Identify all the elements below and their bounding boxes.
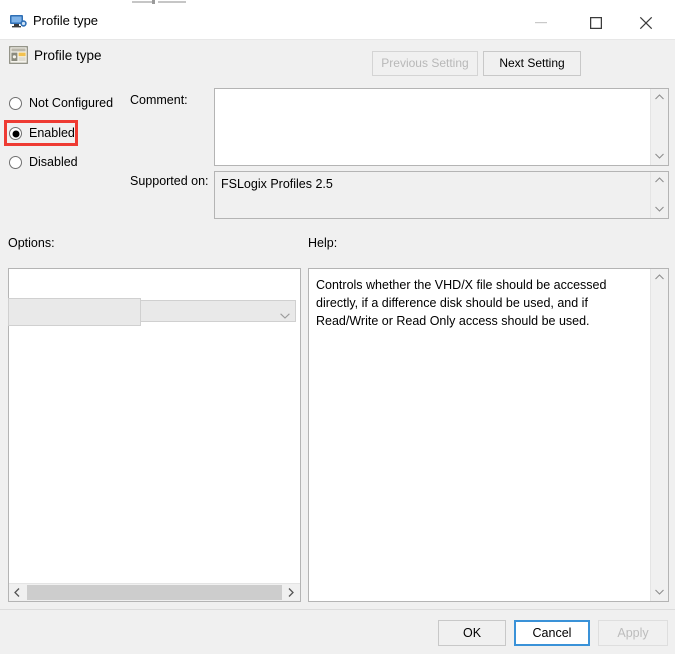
comment-scrollbar[interactable]: [650, 89, 668, 165]
apply-button[interactable]: Apply: [598, 620, 668, 646]
close-button[interactable]: [623, 8, 669, 38]
minimize-icon: [535, 22, 547, 24]
options-horizontal-scrollbar[interactable]: [9, 583, 300, 601]
maximize-button[interactable]: [573, 8, 619, 38]
group-policy-setting-icon: [9, 46, 28, 64]
options-label: Options:: [8, 236, 55, 250]
radio-label-disabled: Disabled: [29, 155, 78, 169]
supported-on-scrollbar[interactable]: [650, 172, 668, 218]
next-setting-button[interactable]: Next Setting: [483, 51, 581, 76]
comment-label: Comment:: [130, 93, 188, 107]
options-panel: Read-write profile: [8, 268, 301, 602]
minimize-button[interactable]: [518, 8, 564, 38]
help-panel: Controls whether the VHD/X file should b…: [308, 268, 669, 602]
supported-on-field: FSLogix Profiles 2.5: [214, 171, 669, 219]
chevron-down-icon: [280, 308, 290, 322]
radio-mark-not-configured: [9, 97, 22, 110]
computer-monitor-icon: [9, 13, 27, 29]
radio-mark-enabled: [9, 127, 22, 140]
page-title: Profile type: [34, 48, 102, 63]
window-title: Profile type: [33, 13, 99, 28]
comment-input[interactable]: [214, 88, 669, 166]
help-scrollbar[interactable]: [650, 269, 668, 601]
supported-on-label: Supported on:: [130, 174, 209, 188]
ok-button[interactable]: OK: [438, 620, 506, 646]
radio-label-enabled: Enabled: [29, 126, 75, 140]
supported-on-value: FSLogix Profiles 2.5: [221, 177, 333, 191]
maximize-icon: [590, 17, 602, 29]
profile-type-dropdown-value: Read-write profile: [21, 304, 119, 318]
scroll-down-icon[interactable]: [651, 148, 668, 165]
scroll-down-icon[interactable]: [651, 201, 668, 218]
close-icon: [639, 16, 653, 30]
scroll-right-icon[interactable]: [283, 584, 300, 601]
scrollbar-thumb[interactable]: [27, 585, 282, 600]
scroll-down-icon[interactable]: [651, 584, 668, 601]
scroll-up-icon[interactable]: [651, 269, 668, 286]
radio-label-not-configured: Not Configured: [29, 96, 114, 110]
cancel-button[interactable]: Cancel: [514, 620, 590, 646]
title-bar: Profile type: [0, 4, 675, 40]
group-policy-setting-dialog: Profile type Profile type Previous Setti…: [0, 0, 675, 654]
help-text: Controls whether the VHD/X file should b…: [316, 278, 607, 328]
scroll-left-icon[interactable]: [9, 584, 26, 601]
profile-type-dropdown[interactable]: Read-write profile: [13, 300, 296, 322]
previous-setting-button[interactable]: Previous Setting: [372, 51, 478, 76]
scroll-up-icon[interactable]: [651, 172, 668, 189]
footer-divider: [0, 609, 675, 610]
help-label: Help:: [308, 236, 338, 250]
scroll-up-icon[interactable]: [651, 89, 668, 106]
radio-mark-disabled: [9, 156, 22, 169]
